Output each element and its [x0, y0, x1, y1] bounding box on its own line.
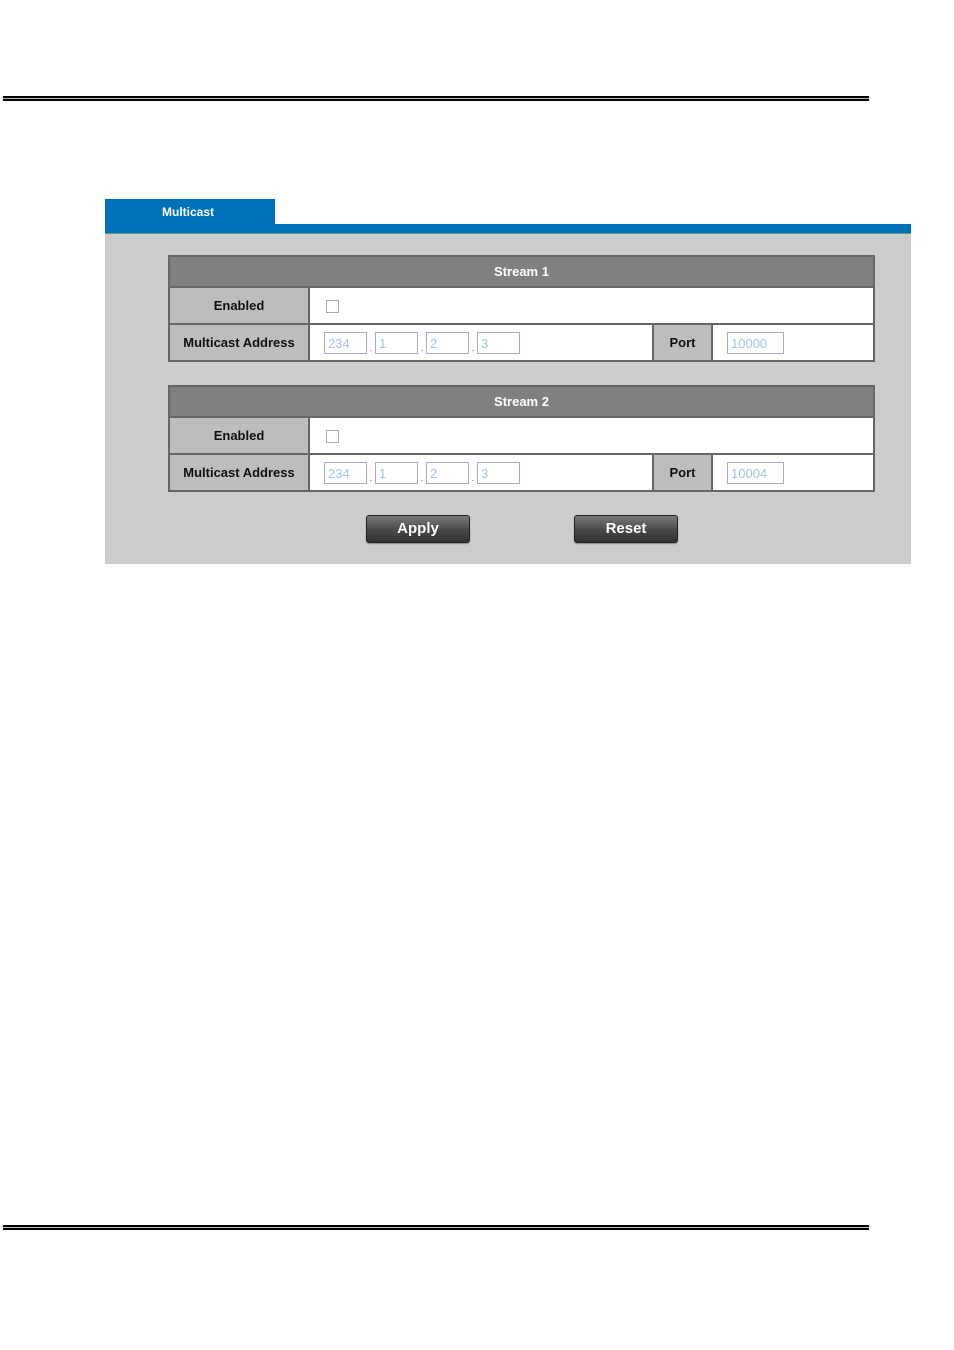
stream-1-table: Stream 1 Enabled Multicast Address 234. 1… [168, 255, 875, 362]
panel-body: Stream 1 Enabled Multicast Address 234. 1… [105, 234, 911, 564]
stream-1-port-input[interactable]: 10000 [727, 331, 784, 354]
enabled-label: Enabled [168, 416, 310, 455]
stream-2-enabled-checkbox[interactable] [326, 430, 339, 444]
stream-2-ip-octet-3[interactable]: 2 [426, 461, 469, 484]
stream-2-ip-octet-4[interactable]: 3 [477, 461, 520, 484]
stream-1-title: Stream 1 [168, 255, 875, 288]
enabled-label: Enabled [168, 286, 310, 325]
stream-2-port-input[interactable]: 10004 [727, 461, 784, 484]
stream-1-ip-octet-2[interactable]: 1 [375, 331, 418, 354]
page-header-rule [3, 96, 869, 102]
apply-button[interactable]: Apply [366, 515, 470, 543]
stream-2-title: Stream 2 [168, 385, 875, 418]
reset-button[interactable]: Reset [574, 515, 678, 543]
multicast-panel: Multicast Stream 1 Enabled Multicast Add… [105, 199, 911, 564]
stream-1-ip-octet-3[interactable]: 2 [426, 331, 469, 354]
port-label: Port [652, 453, 713, 492]
page-footer-rule [3, 1225, 869, 1231]
stream-2-table: Stream 2 Enabled Multicast Address 234. 1… [168, 385, 875, 492]
stream-1-ip-octet-1[interactable]: 234 [324, 331, 367, 354]
stream-1-enabled-checkbox[interactable] [326, 300, 339, 314]
port-label: Port [652, 323, 713, 362]
stream-2-ip-octet-1[interactable]: 234 [324, 461, 367, 484]
stream-1-ip-octet-4[interactable]: 3 [477, 331, 520, 354]
multicast-address-label: Multicast Address [168, 453, 310, 492]
tab-multicast[interactable]: Multicast [105, 199, 275, 225]
multicast-address-label: Multicast Address [168, 323, 310, 362]
tab-bar [105, 224, 911, 234]
stream-2-ip-octet-2[interactable]: 1 [375, 461, 418, 484]
